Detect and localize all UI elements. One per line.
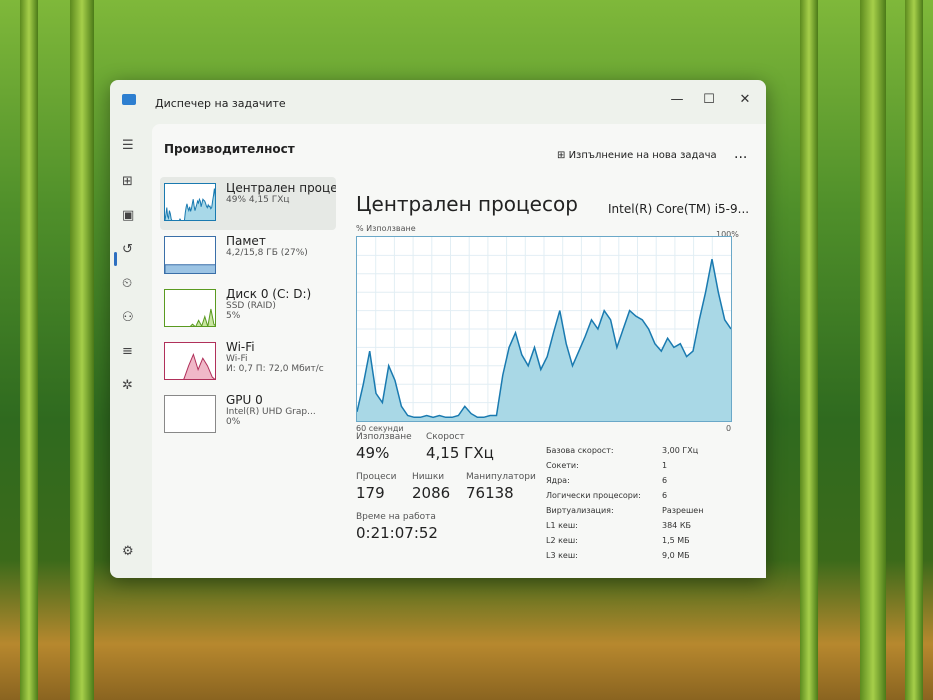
spec-value: 1 [662, 461, 668, 470]
spec-label: Ядра: [546, 476, 570, 485]
maximize-button[interactable]: ☐ [694, 92, 724, 107]
resource-detail-2: 5% [226, 311, 241, 321]
hamburger-icon[interactable]: ☰ [122, 138, 134, 153]
resource-thumbnail [164, 236, 216, 274]
resource-name: GPU 0 [226, 393, 263, 407]
bamboo-stalk [905, 0, 923, 700]
resource-name: Wi-Fi [226, 340, 255, 354]
details-icon[interactable]: ≡ [122, 344, 133, 359]
bamboo-stalk [20, 0, 38, 700]
spec-value: 3,00 ГХц [662, 446, 699, 455]
task-manager-icon [122, 94, 136, 105]
spec-label: Базова скорост: [546, 446, 614, 455]
stat-value: 76138 [466, 484, 514, 502]
title-bar: Диспечер на задачите — ☐ ✕ [110, 80, 766, 124]
stat-label: Време на работа [356, 512, 436, 522]
spec-label: L3 кеш: [546, 551, 578, 560]
resource-thumbnail [164, 183, 216, 221]
users-icon[interactable]: ⚇ [122, 310, 134, 325]
resource-thumbnail [164, 289, 216, 327]
settings-icon[interactable]: ⚙ [122, 544, 134, 559]
thumbnail-graph [165, 188, 215, 220]
startup-icon[interactable]: ⏲ [122, 276, 132, 291]
resource-detail: 49% 4,15 ГХц [226, 195, 290, 205]
resource-item[interactable]: GPU 0 Intel(R) UHD Grap... 0% [160, 389, 336, 442]
stat-label: Нишки [412, 472, 445, 482]
app-history-icon[interactable]: ↺ [122, 242, 133, 257]
stat-value: 2086 [412, 484, 451, 502]
resource-thumbnail [164, 395, 216, 433]
graph-min-label: 0 [726, 424, 732, 433]
processes-icon[interactable]: ⊞ [122, 174, 133, 189]
bamboo-stalk [800, 0, 818, 700]
resource-detail: 4,2/15,8 ГБ (27%) [226, 248, 308, 258]
resource-name: Диск 0 (C: D:) [226, 287, 312, 301]
bamboo-stalk [860, 0, 886, 700]
spec-value: Разрешен [662, 506, 704, 515]
spec-value: 6 [662, 476, 668, 485]
services-icon[interactable]: ✲ [122, 378, 133, 393]
performance-icon[interactable]: ▣ [122, 208, 134, 223]
spec-label: L1 кеш: [546, 521, 578, 530]
stat-label: Използване [356, 432, 412, 442]
thumbnail-graph [165, 264, 215, 273]
close-button[interactable]: ✕ [730, 92, 760, 107]
nav-selection-indicator [114, 252, 117, 266]
resource-item[interactable]: Централен проце 49% 4,15 ГХц [160, 177, 336, 230]
spec-value: 384 КБ [662, 521, 691, 530]
spec-label: Логически процесори: [546, 491, 641, 500]
cpu-usage-graph [356, 236, 732, 422]
minimize-button[interactable]: — [662, 92, 692, 107]
spec-value: 9,0 МБ [662, 551, 690, 560]
nav-rail: ☰ ⊞ ▣ ↺ ⏲ ⚇ ≡ ✲ ⚙ [110, 124, 150, 578]
thumbnail-graph [189, 308, 215, 326]
resource-name: Памет [226, 234, 266, 248]
content-area: Производителност ⊞ Изпълнение на нова за… [152, 124, 766, 578]
graph-y-label: % Използване [356, 224, 416, 233]
resource-list: Централен проце 49% 4,15 ГХц Памет 4,2/1… [160, 177, 336, 442]
cpu-panel: Централен процесор Intel(R) Core(TM) i5-… [356, 124, 766, 578]
cpu-model: Intel(R) Core(TM) i5-9... [608, 202, 750, 216]
task-manager-window: Диспечер на задачите — ☐ ✕ ☰ ⊞ ▣ ↺ ⏲ ⚇ ≡… [110, 80, 766, 578]
resource-item[interactable]: Wi-Fi Wi-Fi И: 0,7 П: 72,0 Мбит/с [160, 336, 336, 389]
spec-label: L2 кеш: [546, 536, 578, 545]
spec-label: Сокети: [546, 461, 579, 470]
resource-item[interactable]: Памет 4,2/15,8 ГБ (27%) [160, 230, 336, 283]
spec-label: Виртуализация: [546, 506, 614, 515]
stat-value: 4,15 ГХц [426, 444, 494, 462]
spec-value: 1,5 МБ [662, 536, 690, 545]
stat-value: 0:21:07:52 [356, 524, 438, 542]
resource-detail-2: 0% [226, 417, 241, 427]
cpu-graph-svg [356, 237, 732, 421]
cpu-title: Централен процесор [356, 192, 578, 216]
resource-thumbnail [164, 342, 216, 380]
thumbnail-graph [182, 352, 215, 379]
resource-detail: Wi-Fi [226, 354, 248, 364]
stat-value: 49% [356, 444, 390, 462]
resource-detail-2: И: 0,7 П: 72,0 Мбит/с [226, 364, 324, 374]
resource-detail: SSD (RAID) [226, 301, 276, 311]
stat-value: 179 [356, 484, 385, 502]
resource-detail: Intel(R) UHD Grap... [226, 407, 316, 417]
page-title: Производителност [164, 142, 295, 156]
stat-label: Процеси [356, 472, 397, 482]
window-title: Диспечер на задачите [155, 97, 286, 110]
stat-label: Скорост [426, 432, 465, 442]
bamboo-stalk [70, 0, 94, 700]
resource-item[interactable]: Диск 0 (C: D:) SSD (RAID) 5% [160, 283, 336, 336]
spec-value: 6 [662, 491, 668, 500]
resource-name: Централен проце [226, 181, 336, 195]
stat-label: Манипулатори [466, 472, 536, 482]
